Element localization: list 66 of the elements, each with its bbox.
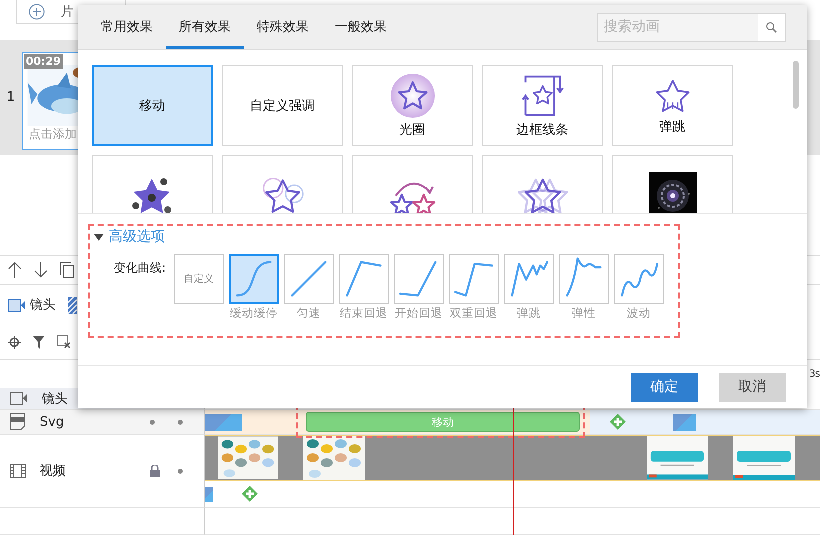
effect-tile[interactable] — [352, 155, 473, 213]
effect-tile[interactable]: 移动 — [92, 65, 213, 146]
camera-icon — [10, 392, 28, 405]
track-name: 视频 — [40, 463, 67, 480]
move-down-icon[interactable] — [34, 262, 48, 278]
curve-name: 波动 — [626, 306, 652, 321]
add-keyframe-icon[interactable] — [610, 414, 626, 430]
curve-name: 双重回退 — [449, 306, 499, 321]
add-keyframe-icon[interactable] — [242, 486, 258, 502]
curve-option[interactable] — [229, 254, 279, 304]
curve-name: 弹跳 — [516, 306, 542, 321]
curve-name: 匀速 — [296, 306, 322, 321]
slide-number: 1 — [6, 90, 16, 105]
film-icon — [10, 463, 26, 479]
keyframe-block[interactable] — [205, 486, 213, 502]
effect-tile[interactable]: 自定义强调 — [222, 65, 343, 146]
slide-caption: 点击添加 — [28, 126, 78, 142]
effect-tile[interactable]: 弹跳 — [612, 65, 733, 146]
effect-tile[interactable] — [92, 155, 213, 213]
dot-icon[interactable] — [178, 468, 183, 474]
curve-name: 开始回退 — [394, 306, 444, 321]
effect-tile[interactable]: 边框线条 — [482, 65, 603, 146]
curve-name: 结束回退 — [339, 306, 389, 321]
curve-option[interactable] — [614, 254, 664, 304]
video-clip[interactable] — [205, 435, 820, 481]
track-header[interactable]: 视频 — [0, 435, 205, 508]
curve-name: 缓动缓停 — [229, 306, 279, 321]
scrollbar-thumb[interactable] — [793, 61, 799, 109]
camera-icon — [8, 298, 26, 312]
move-up-icon[interactable] — [8, 262, 22, 278]
track-name: Svg — [40, 414, 66, 430]
cancel-button[interactable]: 取消 — [719, 372, 786, 402]
hatched-square-icon[interactable] — [68, 296, 77, 314]
duration-badge: 00:29 — [24, 54, 64, 68]
keyframe-block[interactable] — [205, 414, 242, 430]
keyframe-block[interactable] — [673, 414, 696, 430]
curve-option[interactable] — [559, 254, 609, 304]
target-icon[interactable] — [8, 336, 21, 348]
lock-icon[interactable] — [150, 465, 160, 477]
curve-option[interactable] — [504, 254, 554, 304]
track-header[interactable]: Svg — [0, 410, 205, 435]
confirm-button[interactable]: 确定 — [631, 372, 698, 402]
curve-option[interactable] — [339, 254, 389, 304]
curve-label: 变化曲线: — [113, 260, 168, 277]
plus-circle-icon — [29, 4, 45, 20]
dot-icon[interactable] — [178, 420, 183, 424]
effect-tile[interactable] — [222, 155, 343, 213]
time-label: 3s — [809, 368, 820, 380]
effect-tile[interactable] — [482, 155, 603, 213]
effect-tile[interactable]: 光圈 — [352, 65, 473, 146]
effect-tile[interactable] — [612, 155, 733, 213]
effect-tab[interactable]: 特殊效果 — [244, 5, 322, 49]
curve-option[interactable]: 自定义 — [174, 254, 224, 304]
curve-name: 弹性 — [571, 306, 597, 321]
curve-option[interactable] — [284, 254, 334, 304]
svg-file-icon — [10, 413, 26, 431]
effect-tab[interactable]: 一般效果 — [322, 5, 400, 49]
camera-tool-button[interactable]: 镜头 — [8, 296, 56, 314]
copy-icon[interactable] — [60, 262, 74, 278]
filter-icon[interactable] — [33, 336, 45, 348]
effect-tab[interactable]: 所有效果 — [166, 5, 244, 49]
curve-option[interactable] — [449, 254, 499, 304]
dot-icon[interactable] — [150, 420, 155, 424]
curve-option[interactable] — [394, 254, 444, 304]
track-name: 镜头 — [42, 390, 69, 408]
remove-box-icon[interactable] — [57, 335, 71, 349]
